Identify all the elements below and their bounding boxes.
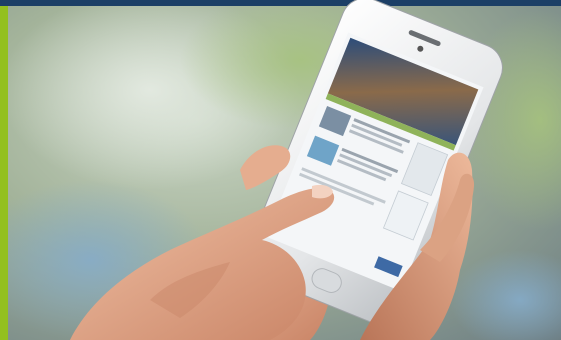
top-bar: [0, 0, 561, 6]
photo-scene: [0, 0, 561, 340]
left-stripe: [0, 6, 8, 340]
